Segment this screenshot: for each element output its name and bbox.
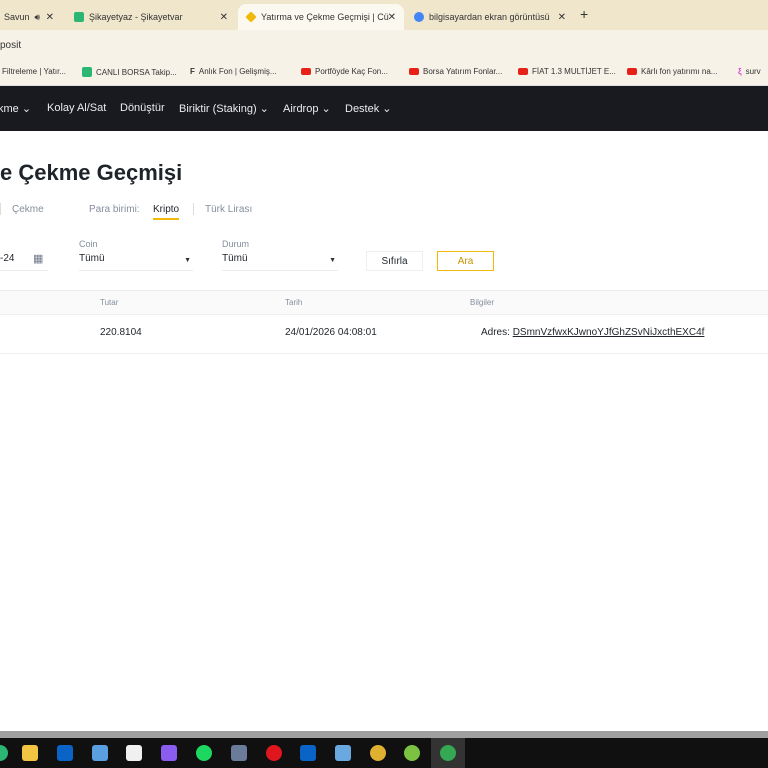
nav-airdrop[interactable]: Airdrop ⌄ [283,102,331,115]
caret-down-icon: ▼ [184,257,191,264]
youtube-icon [301,68,311,75]
app-icon[interactable] [0,745,8,761]
status-select[interactable]: Tümü ▼ [222,253,338,271]
bookmark[interactable]: FİAT 1.3 MULTİJET E... [518,67,616,76]
m365-icon[interactable] [161,745,177,761]
speaker-icon: 🔊︎ [34,11,41,22]
column-date: Tarih [285,298,303,307]
calculator-icon[interactable] [231,745,247,761]
nav-cekme[interactable]: kme ⌄ [0,102,31,115]
browser-tab-bar: Savun 🔊︎ ✕ Şikayetyaz - Şikayetvar ✕ Yatırm… [0,0,768,30]
sikayetvar-icon [74,12,84,22]
youtube-icon [627,68,637,75]
status-value: Tümü [222,253,248,264]
date-input[interactable]: -24 ▦ [0,253,48,271]
coin-label: Coin [79,239,98,249]
bookmark[interactable]: Kârlı fon yatırımı na... [627,67,717,76]
table-row: 220.8104 24/01/2026 04:08:01 Adres: DSmn… [0,315,768,354]
opera-icon[interactable] [266,745,282,761]
tab-label: bilgisayardan ekran görüntüsü [429,12,550,22]
tab-kripto[interactable]: Kripto [153,204,180,220]
tab-turk-lirasi[interactable]: Türk Lirası [205,204,252,215]
outlook-icon[interactable] [57,745,73,761]
address-text: posit [0,40,22,51]
bookmark-icon [82,67,92,77]
tab-google[interactable]: bilgisayardan ekran görüntüsü ✕ [406,4,574,30]
address-label: Adres: [481,327,510,338]
youtube-icon [409,68,419,75]
tab-savun[interactable]: Savun 🔊︎ ✕ [0,4,62,30]
bookmark[interactable]: Borsa Yatırım Fonlar... [409,67,502,76]
close-icon[interactable]: ✕ [46,12,54,23]
tab-label: Savun [4,12,30,22]
bookmark-icon: ξ [738,67,742,76]
google-icon [414,12,424,22]
address-bar[interactable]: posit [0,30,768,58]
file-explorer-icon[interactable] [22,745,38,761]
column-amount: Tutar [100,298,119,307]
outlook-classic-icon[interactable] [300,745,316,761]
column-info: Bilgiler [470,298,495,307]
date-value: -24 [0,253,15,264]
calendar-icon: ▦ [33,253,44,265]
tab-label: Şikayetyaz - Şikayetvar [89,12,183,22]
spotify-icon[interactable] [196,745,212,761]
page-title: e Çekme Geçmişi [0,160,183,185]
bookmark[interactable]: CANLI BORSA Takip... [82,67,177,77]
bookmarks-bar: Filtreleme | Yatır... CANLI BORSA Takip.… [0,58,768,86]
nav-biriktir[interactable]: Biriktir (Staking) ⌄ [179,102,269,115]
new-tab-button[interactable]: + [580,6,588,22]
f-logo-icon: F [190,67,195,76]
bookmark[interactable]: Portföyde Kaç Fon... [301,67,388,76]
utorrent-icon[interactable] [404,745,420,761]
coin-value: Tümü [79,253,105,264]
tab-sikayetvar[interactable]: Şikayetyaz - Şikayetvar ✕ [66,4,236,30]
caret-down-icon: ▼ [329,257,336,264]
tab-cekme[interactable]: Çekme [12,204,44,215]
horizontal-scrollbar[interactable] [0,731,768,738]
store-icon[interactable] [126,745,142,761]
chrome-icon[interactable] [370,745,386,761]
address-link[interactable]: DSmnVzfwxKJwnoYJfGhZSvNiJxcthEXC4f [513,327,705,338]
binance-icon [245,11,257,23]
info-cell: Adres: DSmnVzfwxKJwnoYJfGhZSvNiJxcthEXC4… [481,327,704,338]
reset-button[interactable]: Sıfırla [366,251,423,271]
status-label: Durum [222,239,250,249]
nav-donustur[interactable]: Dönüştür [120,102,165,114]
divider [0,203,1,215]
coin-select[interactable]: Tümü ▼ [79,253,193,271]
chrome-profile-icon[interactable] [440,745,456,761]
tab-label: Yatırma ve Çekme Geçmişi | Cü [261,12,389,22]
nav-destek[interactable]: Destek ⌄ [345,102,392,115]
tab-history[interactable]: Yatırma ve Çekme Geçmişi | Cü ✕ [238,4,404,30]
top-nav: kme ⌄ Kolay Al/Sat Dönüştür Biriktir (St… [0,86,768,131]
nav-kolay-al-sat[interactable]: Kolay Al/Sat [47,102,106,114]
table-header: Tutar Tarih Bilgiler [0,290,768,315]
divider [193,203,194,215]
close-icon[interactable]: ✕ [388,12,396,23]
computer-icon[interactable] [92,745,108,761]
close-icon[interactable]: ✕ [558,12,566,23]
taskbar [0,738,768,768]
close-icon[interactable]: ✕ [220,12,228,23]
bookmark[interactable]: Filtreleme | Yatır... [2,67,66,76]
bookmark[interactable]: F Anlık Fon | Gelişmiş... [190,67,277,76]
date-cell: 24/01/2026 04:08:01 [285,327,377,338]
bookmark[interactable]: ξ surv [738,67,761,76]
youtube-icon [518,68,528,75]
app-icon[interactable] [335,745,351,761]
currency-label: Para birimi: [89,204,140,215]
amount-cell: 220.8104 [100,327,142,338]
search-button[interactable]: Ara [437,251,494,271]
